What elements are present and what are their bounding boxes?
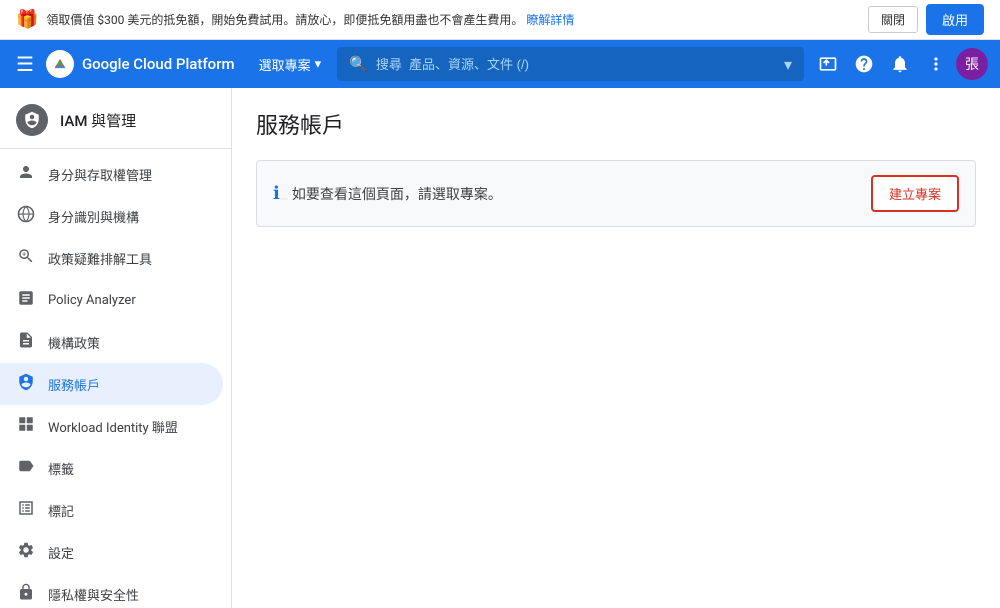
policy-analyzer-icon [16, 289, 36, 311]
content-area: IAM 與管理 身分與存取權管理 身分識別與機構 政策疑難排解工具 P [0, 88, 1000, 608]
privacy-icon [16, 583, 36, 605]
sidebar-item-label: 隱私權與安全性 [48, 585, 139, 604]
logo-area: Google Cloud Platform [46, 50, 235, 78]
user-avatar[interactable]: 張 [956, 48, 988, 80]
search-icon: 🔍 [349, 55, 368, 73]
gift-icon: 🎁 [16, 9, 38, 30]
sidebar: IAM 與管理 身分與存取權管理 身分識別與機構 政策疑難排解工具 P [0, 88, 232, 608]
search-expand-icon[interactable]: ▾ [784, 55, 792, 74]
banner-text: 領取價值 $300 美元的抵免額，開始免費試用。請放心，即便抵免額用盡也不會產生… [46, 11, 860, 28]
sidebar-item-label: Policy Analyzer [48, 293, 136, 308]
search-bar: 🔍 ▾ [337, 47, 804, 81]
main-content: 服務帳戶 ℹ 如要查看這個頁面，請選取專案。 建立專案 [232, 88, 1000, 608]
cloud-shell-button[interactable] [812, 48, 844, 80]
nav-right: 張 [812, 48, 988, 80]
hamburger-menu-button[interactable]: ☰ [12, 48, 38, 81]
sidebar-item-privacy[interactable]: 隱私權與安全性 [0, 573, 223, 608]
info-message: 如要查看這個頁面，請選取專案。 [292, 184, 859, 204]
logo-text: Google Cloud Platform [82, 55, 235, 73]
sidebar-item-label: Workload Identity 聯盟 [48, 417, 178, 436]
project-select-button[interactable]: 選取專案 ▾ [251, 51, 330, 78]
search-input[interactable] [376, 57, 776, 72]
org-policy-icon [16, 331, 36, 353]
sidebar-item-org-policy[interactable]: 機構政策 [0, 321, 223, 363]
info-banner: ℹ 如要查看這個頁面，請選取專案。 建立專案 [256, 160, 976, 227]
sidebar-divider [0, 148, 231, 149]
sidebar-item-tags[interactable]: 標記 [0, 489, 223, 531]
notifications-button[interactable] [884, 48, 916, 80]
create-project-button[interactable]: 建立專案 [871, 175, 959, 212]
more-options-button[interactable] [920, 48, 952, 80]
chevron-down-icon: ▾ [315, 56, 322, 72]
enable-button[interactable]: 啟用 [926, 4, 984, 35]
sidebar-item-label: 標記 [48, 501, 74, 520]
sidebar-item-identity-access[interactable]: 身分與存取權管理 [0, 153, 223, 195]
gcp-logo-icon [46, 50, 74, 78]
top-banner: 🎁 領取價值 $300 美元的抵免額，開始免費試用。請放心，即便抵免額用盡也不會… [0, 0, 1000, 40]
info-icon: ℹ [273, 183, 280, 204]
page-title: 服務帳戶 [256, 108, 976, 140]
close-button[interactable]: 關閉 [868, 6, 918, 33]
iam-icon [16, 104, 48, 136]
sidebar-header: IAM 與管理 [0, 88, 231, 148]
tags-icon [16, 499, 36, 521]
identity-org-icon [16, 205, 36, 227]
sidebar-item-label: 機構政策 [48, 333, 100, 352]
sidebar-item-label: 身分與存取權管理 [48, 165, 152, 184]
sidebar-item-label: 設定 [48, 543, 74, 562]
sidebar-item-labels[interactable]: 標籤 [0, 447, 223, 489]
identity-access-icon [16, 163, 36, 185]
sidebar-item-service-account[interactable]: 服務帳戶 [0, 363, 223, 405]
sidebar-item-label: 標籤 [48, 459, 74, 478]
sidebar-item-identity-org[interactable]: 身分識別與機構 [0, 195, 223, 237]
sidebar-item-workload-identity[interactable]: Workload Identity 聯盟 [0, 405, 223, 447]
policy-tool-icon [16, 247, 36, 269]
workload-identity-icon [16, 415, 36, 437]
settings-icon [16, 541, 36, 563]
sidebar-title: IAM 與管理 [60, 110, 136, 131]
learn-more-link[interactable]: 瞭解詳情 [526, 13, 574, 27]
nav-bar: ☰ Google Cloud Platform 選取專案 ▾ 🔍 ▾ [0, 40, 1000, 88]
service-account-icon [16, 373, 36, 395]
sidebar-item-settings[interactable]: 設定 [0, 531, 223, 573]
help-button[interactable] [848, 48, 880, 80]
labels-icon [16, 457, 36, 479]
sidebar-item-policy-analyzer[interactable]: Policy Analyzer [0, 279, 223, 321]
sidebar-item-label: 服務帳戶 [48, 375, 100, 394]
sidebar-item-label: 身分識別與機構 [48, 207, 139, 226]
sidebar-item-policy-tool[interactable]: 政策疑難排解工具 [0, 237, 223, 279]
sidebar-item-label: 政策疑難排解工具 [48, 249, 152, 268]
